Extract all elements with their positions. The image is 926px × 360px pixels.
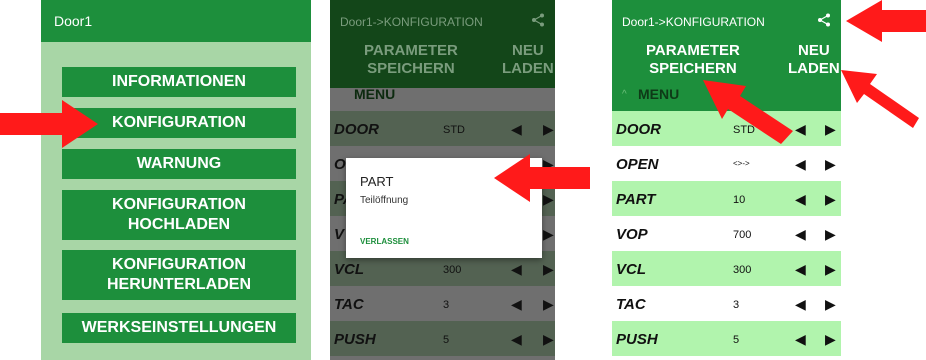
annotation-layer xyxy=(0,0,926,202)
red-arrow-icon xyxy=(841,70,919,128)
red-arrow-icon xyxy=(494,154,590,202)
red-arrow-icon xyxy=(0,100,98,148)
red-arrow-icon xyxy=(703,80,793,144)
red-arrow-icon xyxy=(846,0,926,42)
